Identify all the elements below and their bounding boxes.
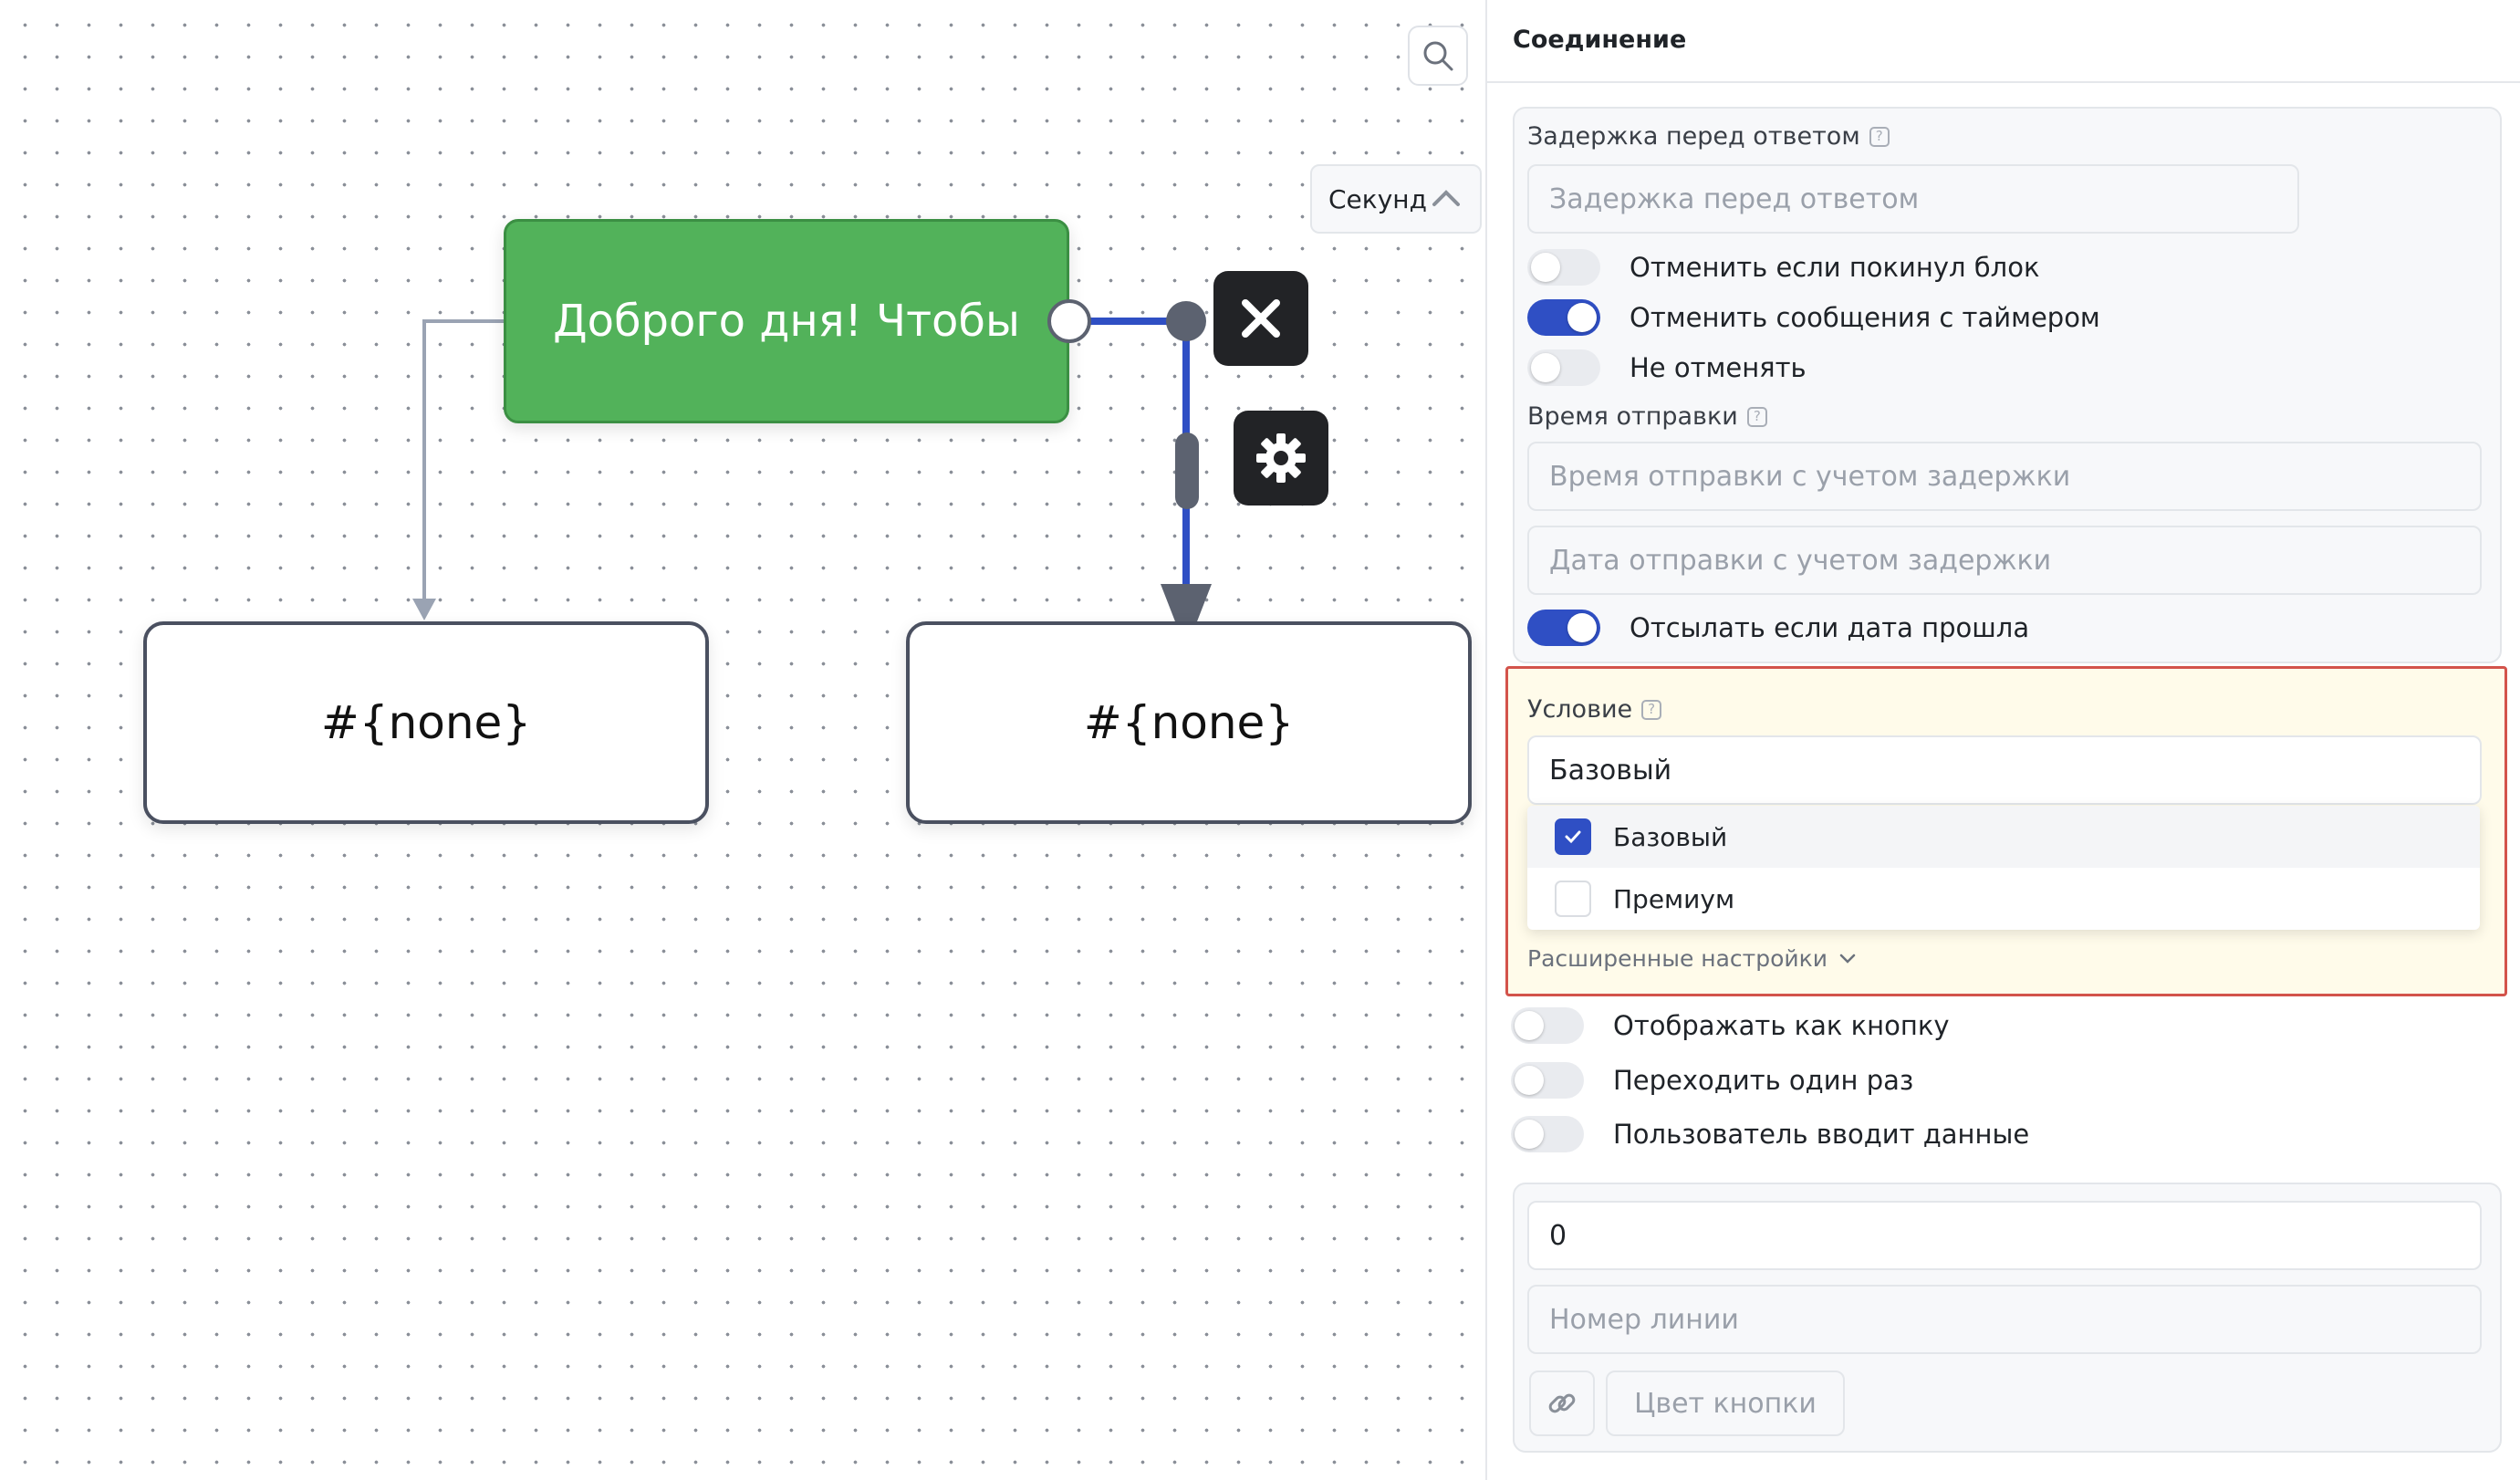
help-icon[interactable]: ? <box>1869 126 1890 147</box>
toggle-cancel-if-left[interactable]: Отменить если покинул блок <box>1527 249 2039 286</box>
toggle-label: Отменить сообщения с таймером <box>1630 302 2100 333</box>
edge-to-left[interactable] <box>422 319 504 607</box>
start-node-output-port[interactable] <box>1046 297 1093 345</box>
send-time-placeholder: Время отправки с учетом задержки <box>1549 460 2071 493</box>
checkbox-unchecked[interactable] <box>1555 881 1591 917</box>
option-label: Премиум <box>1613 883 1735 914</box>
chevron-down-icon <box>1839 954 1856 964</box>
edge-settings-button[interactable] <box>1234 411 1328 505</box>
condition-select-value: Базовый <box>1549 754 1672 787</box>
toggle-switch[interactable] <box>1527 299 1600 336</box>
toggle-label: Переходить один раз <box>1613 1065 1914 1096</box>
delay-label: Задержка перед ответом ? <box>1527 122 1890 151</box>
condition-dropdown: Базовый Премиум <box>1527 806 2480 930</box>
flow-canvas[interactable]: Доброго дня! Чтобы #{none} #{none} <box>0 0 1485 1480</box>
toggle-label: Не отменять <box>1630 352 1807 383</box>
toggle-show-as-button[interactable]: Отображать как кнопку <box>1511 1007 1950 1044</box>
gear-icon <box>1256 433 1306 483</box>
close-icon <box>1242 299 1280 338</box>
condition-label-text: Условие <box>1527 695 1633 724</box>
toggle-switch[interactable] <box>1511 1116 1584 1152</box>
send-time-label-text: Время отправки <box>1527 402 1738 431</box>
toggle-switch[interactable] <box>1511 1062 1584 1099</box>
delay-label-text: Задержка перед ответом <box>1527 122 1860 151</box>
delay-input[interactable]: Задержка перед ответом <box>1527 164 2299 234</box>
link-button[interactable] <box>1529 1371 1595 1436</box>
toggle-label: Отсылать если дата прошла <box>1630 612 2030 643</box>
target-node-right-text: #{none} <box>1083 696 1295 749</box>
edge-midpoint-handle[interactable] <box>1175 433 1199 509</box>
search-icon <box>1423 41 1453 71</box>
value-input-text: 0 <box>1549 1219 1567 1252</box>
toggle-switch[interactable] <box>1527 349 1600 386</box>
toggle-label: Отображать как кнопку <box>1613 1010 1950 1041</box>
toggle-switch[interactable] <box>1527 610 1600 646</box>
send-date-input[interactable]: Дата отправки с учетом задержки <box>1527 526 2482 595</box>
delete-edge-button[interactable] <box>1213 271 1308 366</box>
option-label: Базовый <box>1613 821 1728 852</box>
toggle-do-not-cancel[interactable]: Не отменять <box>1527 349 1807 386</box>
checkbox-checked[interactable] <box>1555 818 1591 855</box>
target-node-left[interactable]: #{none} <box>143 621 709 824</box>
toggle-go-once[interactable]: Переходить один раз <box>1511 1062 1913 1099</box>
delay-unit-select[interactable]: Секунд <box>1310 164 1482 234</box>
advanced-settings-toggle[interactable]: Расширенные настройки <box>1527 945 1857 972</box>
chevron-up-icon <box>1432 190 1460 206</box>
condition-option-basic[interactable]: Базовый <box>1527 806 2480 868</box>
advanced-settings-label: Расширенные настройки <box>1527 945 1828 972</box>
help-icon[interactable]: ? <box>1641 699 1662 720</box>
delay-input-placeholder: Задержка перед ответом <box>1549 182 1920 215</box>
edge-to-left-arrow <box>412 599 436 620</box>
check-icon <box>1565 830 1581 844</box>
condition-label: Условие ? <box>1527 695 1662 724</box>
toggle-switch[interactable] <box>1511 1007 1584 1044</box>
value-input[interactable]: 0 <box>1527 1201 2482 1270</box>
condition-option-premium[interactable]: Премиум <box>1527 868 2480 930</box>
send-time-label: Время отправки ? <box>1527 402 1767 431</box>
toggle-cancel-timer-messages[interactable]: Отменить сообщения с таймером <box>1527 299 2100 336</box>
button-color-label: Цвет кнопки <box>1634 1387 1817 1420</box>
condition-select[interactable]: Базовый <box>1527 735 2482 805</box>
edge-to-right[interactable] <box>1069 318 1190 584</box>
link-icon <box>1548 1393 1576 1413</box>
line-number-input[interactable]: Номер линии <box>1527 1285 2482 1354</box>
target-node-right[interactable]: #{none} <box>906 621 1472 824</box>
line-number-placeholder: Номер линии <box>1549 1303 1739 1336</box>
panel-title: Соединение <box>1513 26 1687 54</box>
start-node[interactable]: Доброго дня! Чтобы <box>504 219 1069 423</box>
toggle-label: Пользователь вводит данные <box>1613 1119 2030 1150</box>
toggle-send-if-past[interactable]: Отсылать если дата прошла <box>1527 610 2029 646</box>
canvas-search-button[interactable] <box>1408 26 1468 86</box>
send-time-input[interactable]: Время отправки с учетом задержки <box>1527 442 2482 511</box>
send-date-placeholder: Дата отправки с учетом задержки <box>1549 544 2052 577</box>
panel-divider <box>1487 81 2520 83</box>
target-node-left-text: #{none} <box>320 696 532 749</box>
toggle-user-inputs-data[interactable]: Пользователь вводит данные <box>1511 1116 2029 1152</box>
help-icon[interactable]: ? <box>1746 406 1767 427</box>
button-color-button[interactable]: Цвет кнопки <box>1606 1371 1845 1436</box>
delay-unit-value: Секунд <box>1328 183 1427 214</box>
toggle-switch[interactable] <box>1527 249 1600 286</box>
start-node-text: Доброго дня! Чтобы <box>553 296 1020 347</box>
toggle-label: Отменить если покинул блок <box>1630 252 2040 283</box>
edge-bend-handle[interactable] <box>1166 301 1206 341</box>
